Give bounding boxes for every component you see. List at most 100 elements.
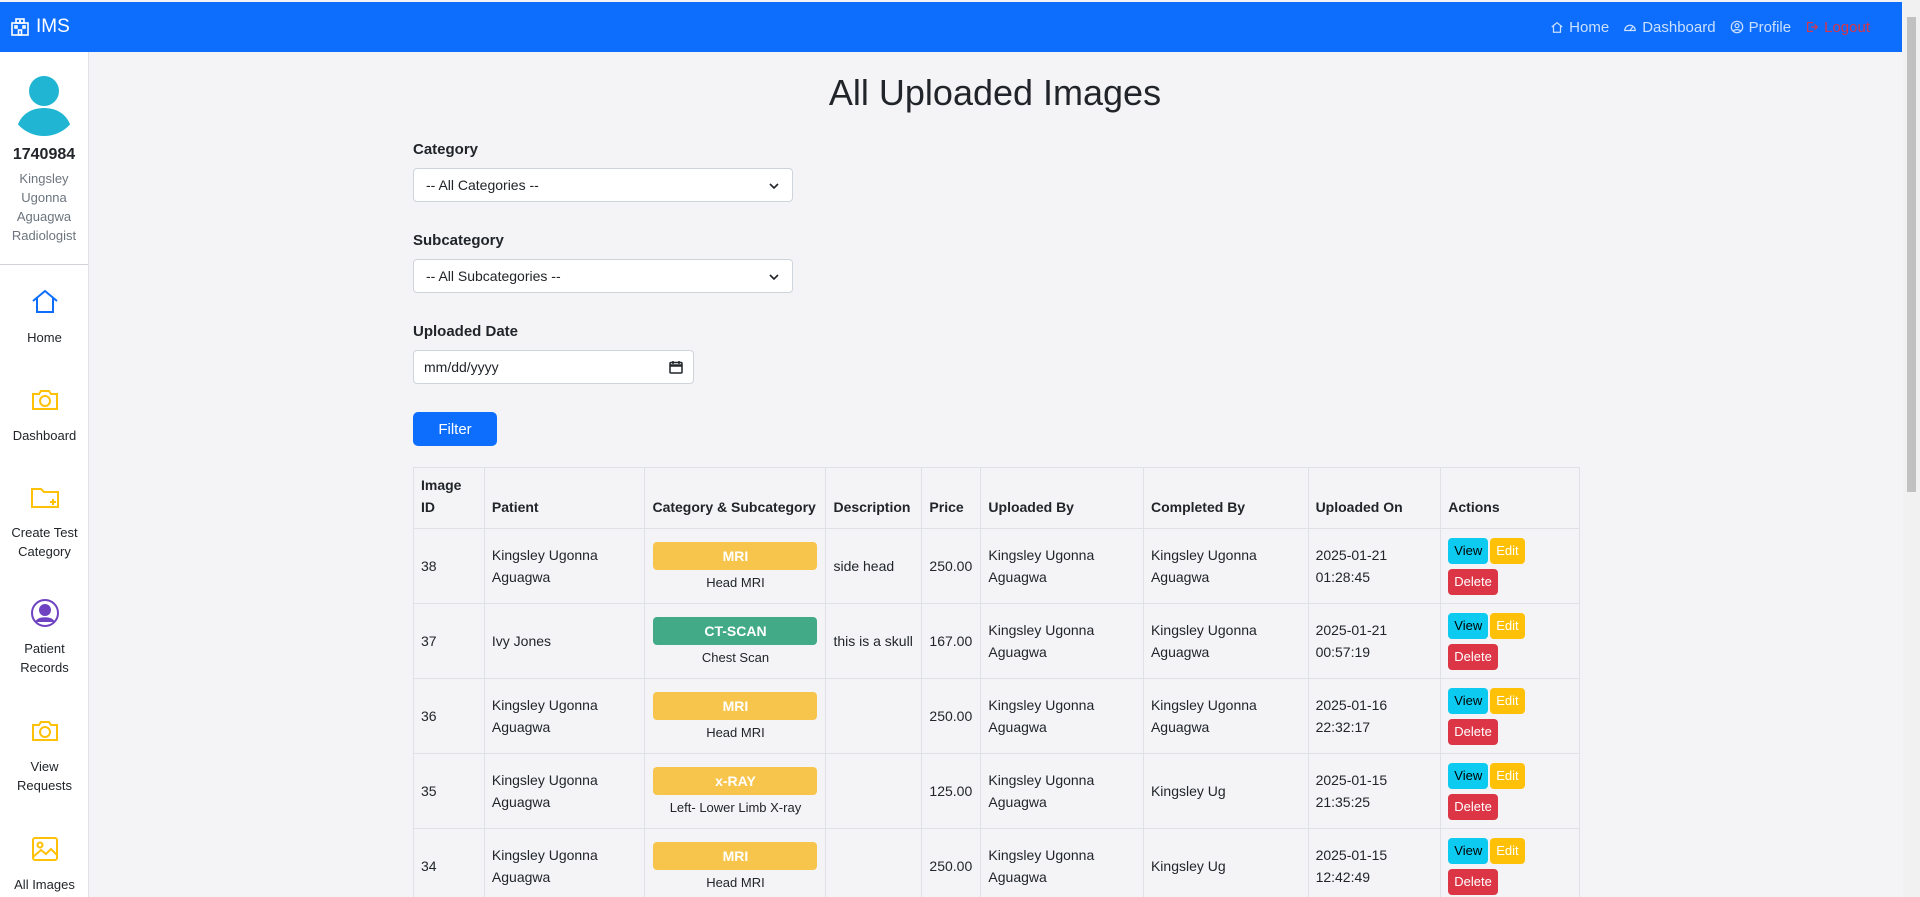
view-button[interactable]: View bbox=[1448, 537, 1489, 564]
table-row: 37 Ivy Jones CT-SCAN Chest Scan this is … bbox=[413, 603, 1580, 679]
sidebar-item-label: Home bbox=[27, 330, 62, 345]
cell-uploaded-on: 2025-01-16 22:32:17 bbox=[1307, 678, 1442, 754]
home-icon bbox=[1551, 21, 1563, 33]
calendar-icon[interactable] bbox=[669, 360, 683, 374]
column-header-description: Description bbox=[825, 467, 923, 529]
nav-dashboard-label: Dashboard bbox=[1642, 18, 1716, 36]
view-button[interactable]: View bbox=[1448, 762, 1489, 789]
user-avatar-icon bbox=[16, 76, 72, 136]
cell-category: x-RAY Left- Lower Limb X-ray bbox=[644, 753, 827, 829]
uploaded-date-input[interactable]: mm/dd/yyyy bbox=[413, 350, 694, 384]
sidebar-item-view-requests[interactable]: View Requests bbox=[0, 715, 89, 795]
cell-uploaded-on: 2025-01-21 00:57:19 bbox=[1307, 603, 1442, 679]
subcategory-select[interactable]: -- All Subcategories -- bbox=[413, 259, 793, 293]
sidebar-item-all-images[interactable]: All Images bbox=[0, 833, 89, 894]
brand[interactable]: IMS bbox=[10, 16, 70, 38]
cell-category: MRI Head MRI bbox=[644, 678, 827, 754]
column-header-uploaded-by: Uploaded By bbox=[980, 467, 1144, 529]
page-title: All Uploaded Images bbox=[828, 72, 1162, 113]
chevron-down-icon bbox=[769, 274, 779, 281]
hospital-icon bbox=[11, 18, 29, 36]
subcategory-select-value: -- All Subcategories -- bbox=[426, 268, 561, 284]
edit-button[interactable]: Edit bbox=[1490, 612, 1525, 639]
vertical-scrollbar[interactable] bbox=[1903, 0, 1920, 897]
cell-uploaded-on: 2025-01-15 12:42:49 bbox=[1307, 828, 1442, 897]
cell-uploaded-by: Kingsley Ugonna Aguagwa bbox=[980, 603, 1144, 679]
category-select[interactable]: -- All Categories -- bbox=[413, 168, 793, 202]
nav-home-label: Home bbox=[1569, 18, 1610, 36]
cell-price: 250.00 bbox=[921, 528, 982, 604]
cell-uploaded-on: 2025-01-15 21:35:25 bbox=[1307, 753, 1442, 829]
home-icon bbox=[31, 289, 58, 313]
nav-logout-label: Logout bbox=[1824, 18, 1870, 36]
edit-button[interactable]: Edit bbox=[1490, 762, 1525, 789]
category-badge: x-RAY bbox=[653, 766, 818, 795]
delete-button[interactable]: Delete bbox=[1448, 718, 1498, 745]
sidebar-item-label: Dashboard bbox=[12, 428, 77, 443]
table-row: 35 Kingsley Ugonna Aguagwa x-RAY Left- L… bbox=[413, 753, 1580, 829]
person-circle-icon bbox=[30, 599, 59, 627]
cell-completed-by: Kingsley Ugonna Aguagwa bbox=[1142, 528, 1309, 604]
cell-category: MRI Head MRI bbox=[644, 828, 827, 897]
column-header-category: Category & Subcategory bbox=[644, 467, 827, 529]
delete-button[interactable]: Delete bbox=[1448, 568, 1498, 595]
profile-card: 1740984 Kingsley Ugonna Aguagwa Radiolog… bbox=[0, 52, 88, 265]
cell-actions: View Edit Delete bbox=[1440, 603, 1580, 679]
chevron-down-icon bbox=[769, 183, 779, 190]
delete-button[interactable]: Delete bbox=[1448, 643, 1498, 670]
cell-uploaded-by: Kingsley Ugonna Aguagwa bbox=[980, 528, 1144, 604]
view-button[interactable]: View bbox=[1448, 687, 1489, 714]
nav-logout-link[interactable]: Logout bbox=[1805, 19, 1870, 36]
edit-button[interactable]: Edit bbox=[1490, 537, 1525, 564]
filter-button[interactable]: Filter bbox=[413, 412, 497, 446]
cell-completed-by: Kingsley Ug bbox=[1142, 828, 1309, 897]
dashboard-icon bbox=[1624, 24, 1637, 32]
subcategory-text: Head MRI bbox=[706, 874, 765, 890]
sidebar: 1740984 Kingsley Ugonna Aguagwa Radiolog… bbox=[0, 52, 89, 897]
folder-plus-icon bbox=[30, 488, 59, 508]
cell-description bbox=[825, 828, 923, 897]
sidebar-item-create-test-category[interactable]: Create Test Category bbox=[0, 481, 89, 561]
cell-image-id: 38 bbox=[413, 528, 485, 604]
delete-button[interactable]: Delete bbox=[1448, 868, 1498, 895]
cell-uploaded-on: 2025-01-21 01:28:45 bbox=[1307, 528, 1442, 604]
cell-category: CT-SCAN Chest Scan bbox=[644, 603, 827, 679]
column-header-completed-by: Completed By bbox=[1142, 467, 1309, 529]
avatar bbox=[9, 66, 79, 136]
delete-button[interactable]: Delete bbox=[1448, 793, 1498, 820]
sidebar-item-dashboard[interactable]: Dashboard bbox=[0, 384, 89, 445]
cell-uploaded-by: Kingsley Ugonna Aguagwa bbox=[980, 828, 1144, 897]
sidebar-item-patient-records[interactable]: Patient Records bbox=[0, 597, 89, 677]
cell-description bbox=[825, 753, 923, 829]
cell-completed-by: Kingsley Ugonna Aguagwa bbox=[1142, 603, 1309, 679]
nav-profile-label: Profile bbox=[1748, 18, 1792, 36]
edit-button[interactable]: Edit bbox=[1490, 687, 1525, 714]
cell-category: MRI Head MRI bbox=[644, 528, 827, 604]
scrollbar-thumb[interactable] bbox=[1907, 17, 1916, 492]
sidebar-item-label: Create Test Category bbox=[11, 525, 78, 559]
category-select-value: -- All Categories -- bbox=[426, 177, 539, 193]
cell-patient: Kingsley Ugonna Aguagwa bbox=[483, 528, 646, 604]
user-name: Kingsley Ugonna Aguagwa bbox=[16, 171, 72, 224]
category-badge: MRI bbox=[653, 691, 818, 720]
cell-description: this is a skull bbox=[825, 603, 923, 679]
nav-dashboard-link[interactable]: Dashboard bbox=[1623, 18, 1716, 36]
nav-links: Home Dashboard Profile Logout bbox=[1550, 19, 1870, 36]
cell-completed-by: Kingsley Ugonna Aguagwa bbox=[1142, 678, 1309, 754]
cell-price: 250.00 bbox=[921, 828, 982, 897]
category-label: Category bbox=[413, 141, 479, 158]
nav-home-link[interactable]: Home bbox=[1550, 19, 1609, 36]
view-button[interactable]: View bbox=[1448, 837, 1489, 864]
top-navbar: IMS Home Dashboard Profile Logout bbox=[0, 2, 1902, 52]
edit-button[interactable]: Edit bbox=[1490, 837, 1525, 864]
view-button[interactable]: View bbox=[1448, 612, 1489, 639]
column-header-price: Price bbox=[921, 467, 982, 529]
sidebar-item-home[interactable]: Home bbox=[0, 286, 89, 347]
subcategory-text: Head MRI bbox=[706, 574, 765, 590]
images-table: Image ID Patient Category & Subcategory … bbox=[413, 467, 1580, 897]
user-role: Radiologist bbox=[11, 228, 77, 243]
cell-completed-by: Kingsley Ug bbox=[1142, 753, 1309, 829]
nav-profile-link[interactable]: Profile bbox=[1730, 18, 1792, 36]
cell-image-id: 35 bbox=[413, 753, 485, 829]
cell-image-id: 36 bbox=[413, 678, 485, 754]
